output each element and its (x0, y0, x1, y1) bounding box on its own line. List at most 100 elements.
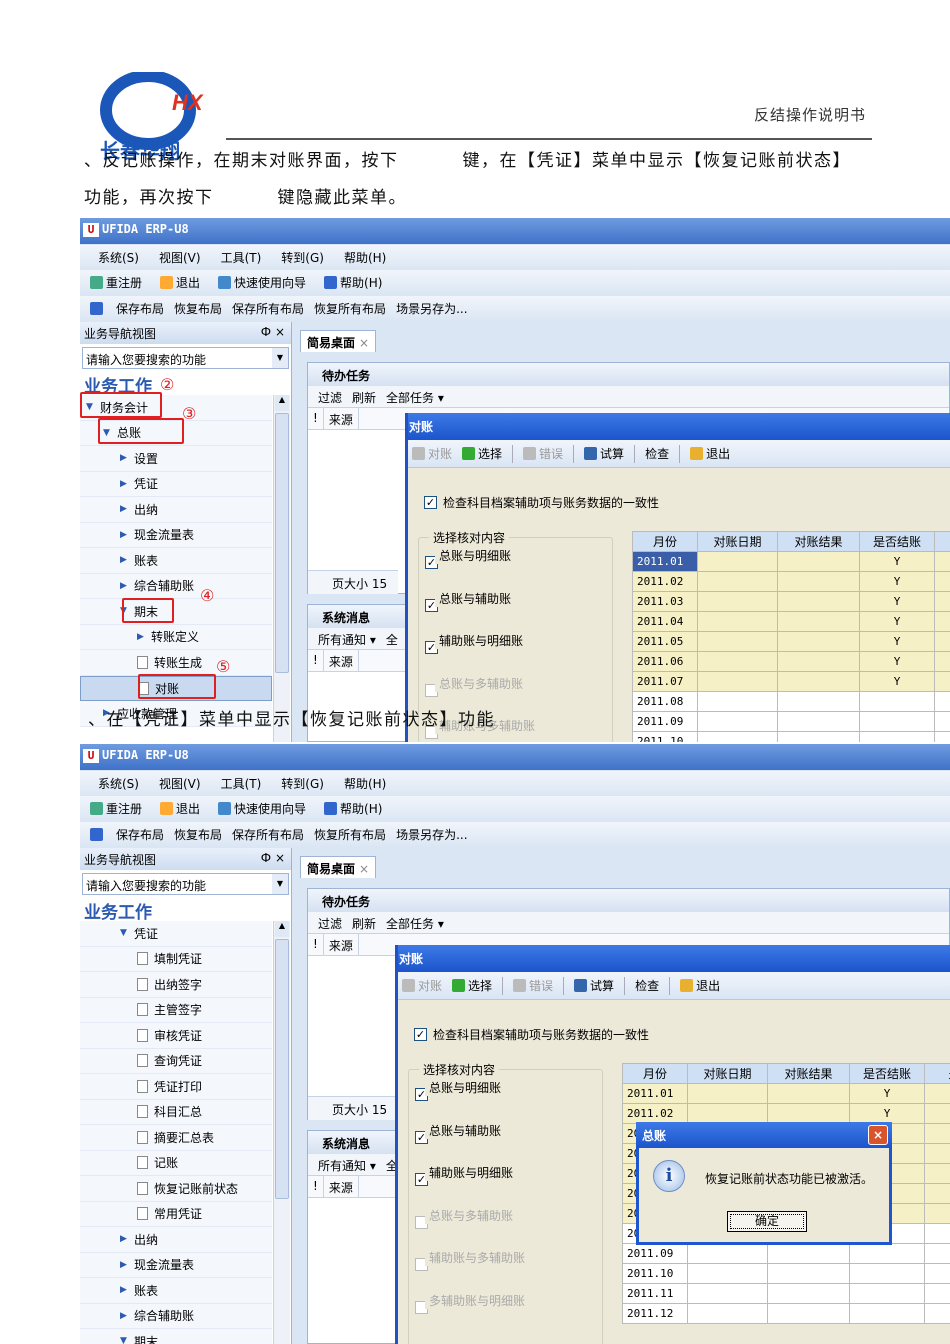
tree-item[interactable]: ▼ 期末 (80, 1329, 272, 1344)
expand-right-icon[interactable]: ▶ (120, 1234, 134, 1244)
menu-item[interactable]: 转到(G) (281, 775, 324, 792)
todo-filter[interactable]: 刷新 (352, 915, 376, 931)
messages-filter[interactable]: 所有通知 ▾ (318, 1157, 376, 1173)
nav-pin-close[interactable]: Ф × (261, 325, 285, 339)
scroll-up-icon[interactable]: ▲ (275, 921, 289, 937)
table-row[interactable]: 2011.06 Y (632, 651, 950, 672)
messages-filter[interactable]: 全 (386, 631, 398, 647)
tab-close-icon[interactable]: × (359, 336, 369, 350)
expand-down-icon[interactable]: ▼ (120, 1336, 134, 1344)
tree-item[interactable]: 记账 (80, 1150, 272, 1176)
dropdown-icon[interactable]: ▼ (272, 874, 288, 894)
table-row[interactable]: 2011.09 (632, 711, 950, 732)
table-row[interactable]: 2011.10 (622, 1263, 950, 1284)
tree-item[interactable]: 恢复记账前状态 (80, 1176, 272, 1202)
option-checkbox[interactable]: ✓ 总账与辅助账 (425, 589, 516, 612)
consistency-checkbox[interactable]: ✓ 检查科目档案辅助项与账务数据的一致性 (414, 1026, 649, 1043)
nav-scrollbar[interactable]: ▲ (273, 921, 290, 1344)
tree-item[interactable]: 转账生成 (80, 650, 272, 676)
expand-right-icon[interactable]: ▶ (120, 1285, 134, 1295)
option-checkbox[interactable]: ✓ 总账与明细账 (415, 1079, 506, 1101)
messages-filter[interactable]: 所有通知 ▾ (318, 631, 376, 647)
tree-item[interactable]: ▼ 期末 (80, 599, 272, 625)
menu-item[interactable]: 系统(S) (98, 775, 139, 792)
todo-filter[interactable]: 过滤 (318, 389, 342, 405)
option-checkbox[interactable]: ✓ 辅助账与明细账 (425, 632, 528, 654)
dialog-toolbar-button[interactable]: 试算 (584, 445, 624, 462)
layout-button[interactable]: 保存布局 (116, 826, 164, 843)
ok-button[interactable]: 确定 (727, 1211, 807, 1232)
tree-item[interactable]: 主管签字 (80, 997, 272, 1023)
expand-right-icon[interactable]: ▶ (120, 530, 134, 540)
option-checkbox[interactable]: ✓ 总账与辅助账 (415, 1121, 506, 1144)
tree-item[interactable]: ▶ 综合辅助账 (80, 573, 272, 599)
tree-item[interactable]: 凭证打印 (80, 1074, 272, 1100)
dialog-toolbar-button[interactable]: 检查 (645, 445, 669, 462)
expand-right-icon[interactable]: ▶ (120, 504, 134, 514)
tree-item[interactable]: 审核凭证 (80, 1023, 272, 1049)
dialog-toolbar-button[interactable]: 对账 (402, 977, 442, 994)
expand-right-icon[interactable]: ▶ (137, 632, 151, 642)
nav-search-input[interactable]: 请输入您要搜索的功能 ▼ (82, 873, 289, 895)
dialog-toolbar-button[interactable]: 选择 (452, 977, 492, 994)
expand-right-icon[interactable]: ▶ (120, 555, 134, 565)
toolbar-button[interactable]: 重注册 (90, 274, 142, 291)
nav-search-input[interactable]: 请输入您要搜索的功能 ▼ (82, 347, 289, 369)
table-row[interactable]: 2011.07 Y (632, 671, 950, 692)
toolbar-button[interactable]: 退出 (160, 800, 200, 817)
tree-item[interactable]: 查询凭证 (80, 1048, 272, 1074)
tree-item[interactable]: 摘要汇总表 (80, 1125, 272, 1151)
todo-filter[interactable]: 全部任务 ▾ (386, 915, 444, 931)
tab-close-icon[interactable]: × (359, 862, 369, 876)
table-row[interactable]: 2011.05 Y (632, 631, 950, 652)
table-row[interactable]: 2011.04 Y (632, 611, 950, 632)
dialog-toolbar-button[interactable]: 试算 (574, 977, 614, 994)
scroll-thumb[interactable] (275, 413, 289, 673)
dialog-toolbar-button[interactable]: 检查 (635, 977, 659, 994)
expand-right-icon[interactable]: ▶ (120, 1311, 134, 1321)
tree-item[interactable]: 出纳签字 (80, 972, 272, 998)
layout-button[interactable]: 恢复布局 (174, 826, 222, 843)
todo-filter[interactable]: 刷新 (352, 389, 376, 405)
close-icon[interactable]: × (868, 1125, 888, 1145)
toolbar-button[interactable]: 帮助(H) (324, 800, 382, 817)
toolbar-button[interactable]: 快速使用向导 (218, 274, 306, 291)
tree-item[interactable]: 科目汇总 (80, 1099, 272, 1125)
option-checkbox[interactable]: 总账与多辅助账 (425, 674, 528, 697)
expand-right-icon[interactable]: ▶ (120, 453, 134, 463)
table-row[interactable]: 2011.10 (632, 731, 950, 742)
expand-right-icon[interactable]: ▶ (120, 479, 134, 489)
layout-button[interactable]: 场景另存为... (396, 300, 467, 317)
menu-item[interactable]: 视图(V) (159, 249, 201, 266)
toolbar-button[interactable]: 帮助(H) (324, 274, 382, 291)
layout-button[interactable]: 保存所有布局 (232, 826, 304, 843)
tree-item[interactable]: 常用凭证 (80, 1201, 272, 1227)
scroll-thumb[interactable] (275, 939, 289, 1199)
dropdown-icon[interactable]: ▼ (272, 348, 288, 368)
tree-item[interactable]: ▶ 账表 (80, 548, 272, 574)
todo-filter[interactable]: 全部任务 ▾ (386, 389, 444, 405)
menu-item[interactable]: 工具(T) (221, 249, 262, 266)
layout-button[interactable]: 保存布局 (116, 300, 164, 317)
dialog-toolbar-button[interactable]: 退出 (690, 445, 730, 462)
layout-button[interactable]: 恢复所有布局 (314, 300, 386, 317)
table-row[interactable]: 2011.03 Y (632, 591, 950, 612)
menu-item[interactable]: 工具(T) (221, 775, 262, 792)
tree-item[interactable]: ▶ 设置 (80, 446, 272, 472)
menu-item[interactable]: 转到(G) (281, 249, 324, 266)
option-checkbox[interactable]: ✓ 总账与明细账 (425, 547, 516, 569)
table-row[interactable]: 2011.12 (622, 1303, 950, 1324)
tree-item[interactable]: ▶ 出纳 (80, 1227, 272, 1253)
dialog-toolbar-button[interactable]: 选择 (462, 445, 502, 462)
tab-simple-desktop[interactable]: 简易桌面 × (300, 856, 377, 878)
table-row[interactable]: 2011.02 Y (632, 571, 950, 592)
expand-right-icon[interactable]: ▶ (120, 581, 134, 591)
layout-button[interactable]: 恢复布局 (174, 300, 222, 317)
table-row[interactable]: 2011.08 (632, 691, 950, 712)
tab-simple-desktop[interactable]: 简易桌面 × (300, 330, 377, 352)
dialog-toolbar-button[interactable]: 错误 (513, 977, 553, 994)
option-checkbox[interactable]: 多辅助账与明细账 (415, 1291, 530, 1314)
tree-item[interactable]: ▶ 现金流量表 (80, 522, 272, 548)
tree-item[interactable]: 填制凭证 (80, 946, 272, 972)
tree-item[interactable]: ▶ 现金流量表 (80, 1252, 272, 1278)
